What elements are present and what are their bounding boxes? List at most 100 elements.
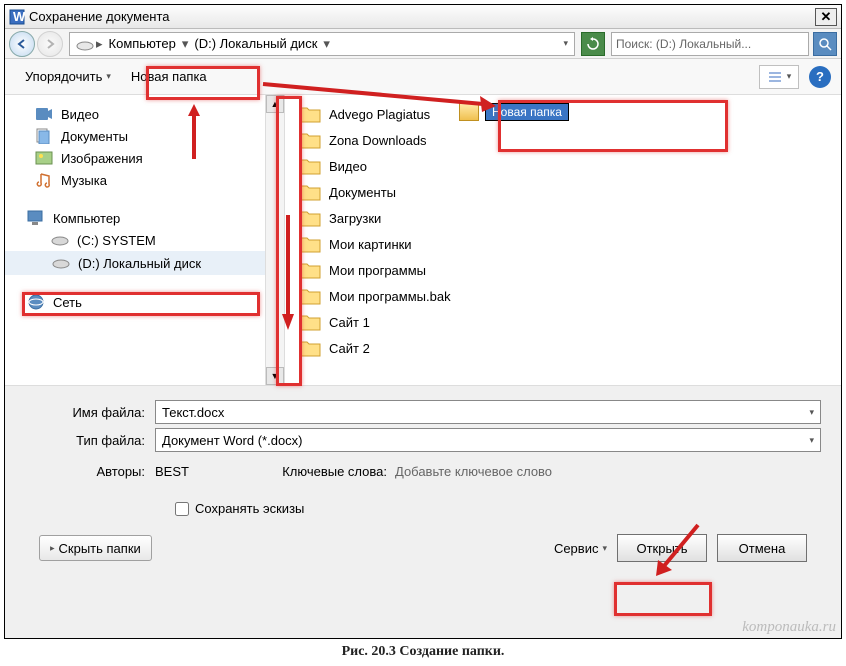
drive-icon [76, 37, 94, 51]
watermark: komponauka.ru [742, 619, 836, 636]
folder-item[interactable]: Мои программы [297, 257, 829, 283]
folder-icon [299, 105, 321, 123]
chevron-down-icon[interactable]: ▾ [321, 36, 332, 52]
help-button[interactable]: ? [809, 66, 831, 88]
chevron-down-icon: ▾ [602, 543, 607, 554]
folder-icon [299, 183, 321, 201]
figure-caption: Рис. 20.3 Создание папки. [0, 644, 846, 660]
view-icon [767, 71, 783, 83]
chevron-up-icon: ▴ [47, 546, 58, 551]
body-area: Видео Документы Изображения Музыка Компь… [5, 95, 841, 385]
folder-label: Сайт 2 [329, 341, 370, 356]
sidebar-scrollbar[interactable]: ▲ ▼ [265, 95, 285, 385]
folder-item[interactable]: Загрузки [297, 205, 829, 231]
folder-icon [299, 313, 321, 331]
save-dialog: W Сохранение документа ✕ ▸ Компьютер ▾ (… [4, 4, 842, 639]
metadata-row: Авторы: BEST Ключевые слова: Добавьте кл… [25, 456, 821, 483]
breadcrumb[interactable]: ▸ Компьютер ▾ (D:) Локальный диск ▾ ▾ [69, 32, 575, 56]
save-thumbs-checkbox[interactable] [175, 502, 189, 516]
documents-icon [35, 128, 53, 144]
folder-label: Видео [329, 159, 367, 174]
scroll-up-button[interactable]: ▲ [266, 95, 284, 113]
new-folder-name-input[interactable]: Новая папка [485, 103, 569, 121]
save-thumbs-label: Сохранять эскизы [195, 501, 304, 516]
filename-label: Имя файла: [25, 405, 155, 420]
chevron-down-icon[interactable]: ▾ [809, 435, 814, 446]
hide-folders-button[interactable]: ▴Скрыть папки [39, 535, 152, 561]
forward-button[interactable] [37, 31, 63, 57]
sidebar-item-drive-c[interactable]: (C:) SYSTEM [5, 229, 265, 251]
bottom-bar: ▴Скрыть папки Сервис▾ Открыть Отмена [25, 526, 821, 570]
new-folder-editor: Новая папка [451, 95, 671, 139]
folder-label: Сайт 1 [329, 315, 370, 330]
folder-item[interactable]: Сайт 2 [297, 335, 829, 361]
authors-value[interactable]: BEST [155, 464, 275, 479]
close-button[interactable]: ✕ [815, 8, 837, 26]
folder-icon [299, 339, 321, 357]
search-input[interactable] [616, 37, 804, 51]
scroll-track[interactable] [266, 113, 284, 367]
folder-label: Zona Downloads [329, 133, 427, 148]
drive-icon [51, 232, 69, 248]
chevron-down-icon: ▾ [787, 71, 792, 82]
folder-icon [299, 131, 321, 149]
filetype-label: Тип файла: [25, 433, 155, 448]
sidebar-item-images[interactable]: Изображения [5, 147, 265, 169]
sidebar-item-computer[interactable]: Компьютер [5, 207, 265, 229]
folder-label: Документы [329, 185, 396, 200]
folder-item[interactable]: Сайт 1 [297, 309, 829, 335]
folder-label: Мои программы [329, 263, 426, 278]
folder-item[interactable]: Видео [297, 153, 829, 179]
sidebar: Видео Документы Изображения Музыка Компь… [5, 95, 265, 385]
network-icon [27, 294, 45, 310]
chevron-down-icon[interactable]: ▾ [809, 407, 814, 418]
search-box[interactable] [611, 32, 809, 56]
folder-icon [459, 103, 479, 121]
authors-label: Авторы: [25, 464, 155, 479]
folder-item[interactable]: Мои картинки [297, 231, 829, 257]
chevron-down-icon: ▾ [106, 71, 111, 82]
sidebar-item-documents[interactable]: Документы [5, 125, 265, 147]
view-button[interactable]: ▾ [759, 65, 799, 89]
filename-field[interactable]: Текст.docx▾ [155, 400, 821, 424]
folder-icon [299, 235, 321, 253]
refresh-button[interactable] [581, 32, 605, 56]
folder-icon [299, 209, 321, 227]
window-title: Сохранение документа [29, 9, 815, 24]
crumb-drive[interactable]: (D:) Локальный диск [190, 36, 321, 51]
folder-item[interactable]: Документы [297, 179, 829, 205]
navbar: ▸ Компьютер ▾ (D:) Локальный диск ▾ ▾ [5, 29, 841, 59]
crumb-computer[interactable]: Компьютер [105, 36, 180, 51]
folder-label: Мои программы.bak [329, 289, 451, 304]
chevron-right-icon: ▸ [94, 36, 105, 52]
back-button[interactable] [9, 31, 35, 57]
service-button[interactable]: Сервис▾ [554, 541, 607, 556]
keywords-value[interactable]: Добавьте ключевое слово [395, 464, 552, 479]
app-icon: W [9, 9, 25, 25]
folder-icon [299, 157, 321, 175]
filetype-field[interactable]: Документ Word (*.docx)▾ [155, 428, 821, 452]
form-area: Имя файла: Текст.docx▾ Тип файла: Докуме… [5, 385, 841, 580]
folder-item[interactable]: Мои программы.bak [297, 283, 829, 309]
video-icon [35, 106, 53, 122]
sidebar-item-network[interactable]: Сеть [5, 291, 265, 313]
chevron-down-icon[interactable]: ▾ [563, 38, 568, 49]
sidebar-item-music[interactable]: Музыка [5, 169, 265, 191]
search-button[interactable] [813, 32, 837, 56]
open-button[interactable]: Открыть [617, 534, 707, 562]
chevron-down-icon[interactable]: ▾ [180, 36, 191, 52]
images-icon [35, 150, 53, 166]
keywords-label: Ключевые слова: [275, 464, 395, 479]
organize-button[interactable]: Упорядочить▾ [15, 63, 121, 90]
folder-label: Загрузки [329, 211, 381, 226]
close-icon: ✕ [821, 9, 832, 25]
sidebar-item-video[interactable]: Видео [5, 103, 265, 125]
svg-text:W: W [13, 9, 25, 24]
toolbar: Упорядочить▾ Новая папка ▾ ? [5, 59, 841, 95]
new-folder-button[interactable]: Новая папка [121, 63, 217, 90]
music-icon [35, 172, 53, 188]
folder-label: Мои картинки [329, 237, 412, 252]
sidebar-item-drive-d[interactable]: (D:) Локальный диск [5, 251, 265, 275]
cancel-button[interactable]: Отмена [717, 534, 807, 562]
scroll-down-button[interactable]: ▼ [266, 367, 284, 385]
